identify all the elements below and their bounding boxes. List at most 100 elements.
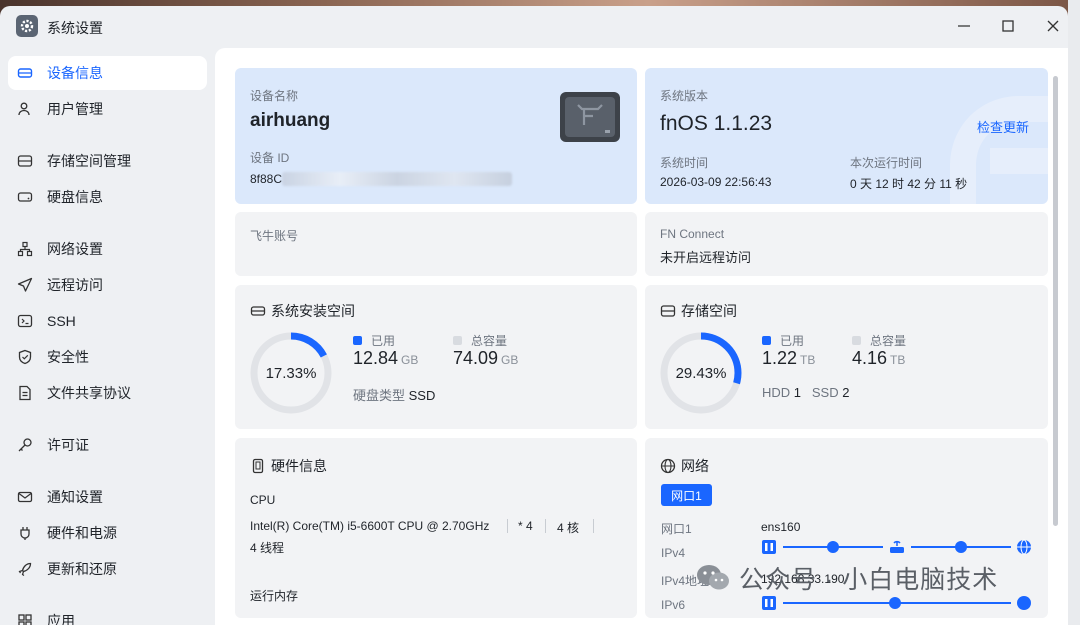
sidebar-item-network[interactable]: 网络设置 xyxy=(8,232,207,266)
divider xyxy=(545,519,546,533)
hardware-title: 硬件信息 xyxy=(250,456,327,476)
system-version: fnOS 1.1.23 xyxy=(660,112,773,135)
sidebar-item-file-sharing[interactable]: 文件共享协议 xyxy=(8,376,207,410)
hardware-card: 硬件信息 CPU Intel(R) Core(TM) i5-6600T CPU … xyxy=(235,438,637,618)
port-label: 网口1 xyxy=(661,522,692,536)
sidebar-item-label: 应用 xyxy=(47,613,75,625)
sidebar-item-label: 设备信息 xyxy=(47,65,103,81)
nas-icon xyxy=(762,540,776,554)
network-title-text: 网络 xyxy=(681,458,709,474)
uptime-label: 本次运行时间 xyxy=(850,156,923,170)
memory-label: 运行内存 xyxy=(250,589,299,603)
main-panel: 设备名称 airhuang 设备 ID 8f88C 系统版本 fnOS 1.1.… xyxy=(215,48,1068,625)
check-update-link[interactable]: 检查更新 xyxy=(977,117,1029,136)
disk-icon xyxy=(17,189,33,205)
system-time: 2026-03-09 22:56:43 xyxy=(660,175,772,189)
port-tab-button[interactable]: 网口1 xyxy=(661,484,712,506)
terminal-icon xyxy=(17,313,33,329)
used-legend: 已用 xyxy=(353,332,395,349)
storage-title-text: 存储空间 xyxy=(681,303,737,319)
ipv6-label: IPv6 xyxy=(661,598,686,612)
maximize-icon xyxy=(1002,20,1014,32)
system-space-total: 74.09 GB xyxy=(453,348,519,368)
system-card: 系统版本 fnOS 1.1.23 检查更新 系统时间 2026-03-09 22… xyxy=(645,68,1048,204)
network-title: 网络 xyxy=(660,456,709,476)
sidebar-item-users[interactable]: 用户管理 xyxy=(8,92,207,126)
sidebar: 设备信息 用户管理 存储空间管理 硬盘信息 网络设置 远程访问 SSH 安全性 xyxy=(0,50,215,625)
storage-card: 存储空间 29.43% 已用 总容量 1.22 TB 4.16 TB HDD 1 S… xyxy=(645,285,1048,429)
total-legend: 总容量 xyxy=(852,332,906,349)
disk-counts: HDD 1 SSD 2 xyxy=(762,385,850,400)
cpu-threads: 4 线程 xyxy=(250,541,285,555)
sidebar-item-apps[interactable]: 应用 xyxy=(8,604,207,625)
apps-grid-icon xyxy=(17,613,33,625)
sidebar-item-hardware-power[interactable]: 硬件和电源 xyxy=(8,516,207,550)
check-icon xyxy=(955,541,967,553)
sidebar-item-label: 更新和还原 xyxy=(47,561,117,577)
sidebar-item-label: 硬件和电源 xyxy=(47,525,117,541)
rocket-icon xyxy=(17,561,33,577)
settings-gear-icon xyxy=(16,15,38,37)
users-icon xyxy=(17,101,33,117)
cpu-count: * 4 xyxy=(518,519,533,533)
disk-type: 硬盘类型 SSD xyxy=(353,388,436,403)
sidebar-item-update-restore[interactable]: 更新和还原 xyxy=(8,552,207,586)
watermark-text: 公众号 · 小白电脑技术 xyxy=(739,566,999,594)
mail-icon xyxy=(17,489,33,505)
system-space-title: 系统安装空间 xyxy=(250,301,355,321)
account-card: 飞牛账号 xyxy=(235,212,637,276)
hard-drive-icon xyxy=(17,65,33,81)
ipv6-topology xyxy=(761,594,1031,614)
storage-used: 1.22 TB xyxy=(762,348,816,368)
main-scrollbar[interactable] xyxy=(1053,76,1058,526)
title-bar[interactable]: 系统设置 xyxy=(0,6,1068,50)
sidebar-item-label: 远程访问 xyxy=(47,277,103,293)
sidebar-item-ssh[interactable]: SSH xyxy=(8,304,207,338)
fn-connect-card[interactable]: FN Connect 未开启远程访问 xyxy=(645,212,1048,276)
background-window-edge xyxy=(1068,0,1080,625)
cpu-cores: 4 核 xyxy=(557,521,580,535)
minimize-button[interactable] xyxy=(950,14,978,38)
sidebar-item-label: 安全性 xyxy=(47,349,89,365)
send-icon xyxy=(17,277,33,293)
sidebar-item-label: 用户管理 xyxy=(47,101,103,117)
power-plug-icon xyxy=(17,525,33,541)
divider xyxy=(593,519,594,533)
sidebar-item-security[interactable]: 安全性 xyxy=(8,340,207,374)
storage-icon xyxy=(660,303,676,319)
divider xyxy=(507,519,508,533)
nas-icon xyxy=(762,596,776,610)
hardware-title-text: 硬件信息 xyxy=(271,458,327,474)
account-label: 飞牛账号 xyxy=(250,229,299,243)
sidebar-item-label: 硬盘信息 xyxy=(47,189,103,205)
sidebar-item-remote-access[interactable]: 远程访问 xyxy=(8,268,207,302)
wechat-watermark: 公众号 · 小白电脑技术 xyxy=(695,560,998,596)
device-name: airhuang xyxy=(250,110,331,131)
storage-icon xyxy=(17,153,33,169)
internet-globe-icon xyxy=(1017,539,1031,555)
sidebar-item-label: SSH xyxy=(47,313,76,329)
storage-title: 存储空间 xyxy=(660,301,737,321)
sidebar-item-disks[interactable]: 硬盘信息 xyxy=(8,180,207,214)
sidebar-item-license[interactable]: 许可证 xyxy=(8,428,207,462)
ipv4-label: IPv4 xyxy=(661,546,686,560)
system-space-card: 系统安装空间 17.33% 已用 总容量 12.84 GB 74.09 GB 硬盘类… xyxy=(235,285,637,429)
sidebar-item-device-info[interactable]: 设备信息 xyxy=(8,56,207,90)
sidebar-item-notifications[interactable]: 通知设置 xyxy=(8,480,207,514)
shield-icon xyxy=(17,349,33,365)
maximize-button[interactable] xyxy=(994,14,1022,38)
device-id: 8f88C xyxy=(250,172,283,186)
settings-window: 系统设置 设备信息 用户管理 存储空间管理 硬盘信息 网络设置 远程访问 SSH… xyxy=(0,6,1068,625)
ipv4-topology xyxy=(761,538,1031,558)
fn-connect-status: 未开启远程访问 xyxy=(660,250,752,265)
internet-globe-icon xyxy=(1017,596,1031,610)
device-card: 设备名称 airhuang 设备 ID 8f88C xyxy=(235,68,637,204)
system-space-title-text: 系统安装空间 xyxy=(271,303,355,319)
router-icon xyxy=(890,540,904,553)
phone-device-icon xyxy=(250,458,266,474)
sidebar-item-label: 存储空间管理 xyxy=(47,153,131,169)
device-name-label: 设备名称 xyxy=(250,89,299,103)
wechat-icon xyxy=(697,565,729,590)
close-button[interactable] xyxy=(1039,14,1067,38)
sidebar-item-storage[interactable]: 存储空间管理 xyxy=(8,144,207,178)
